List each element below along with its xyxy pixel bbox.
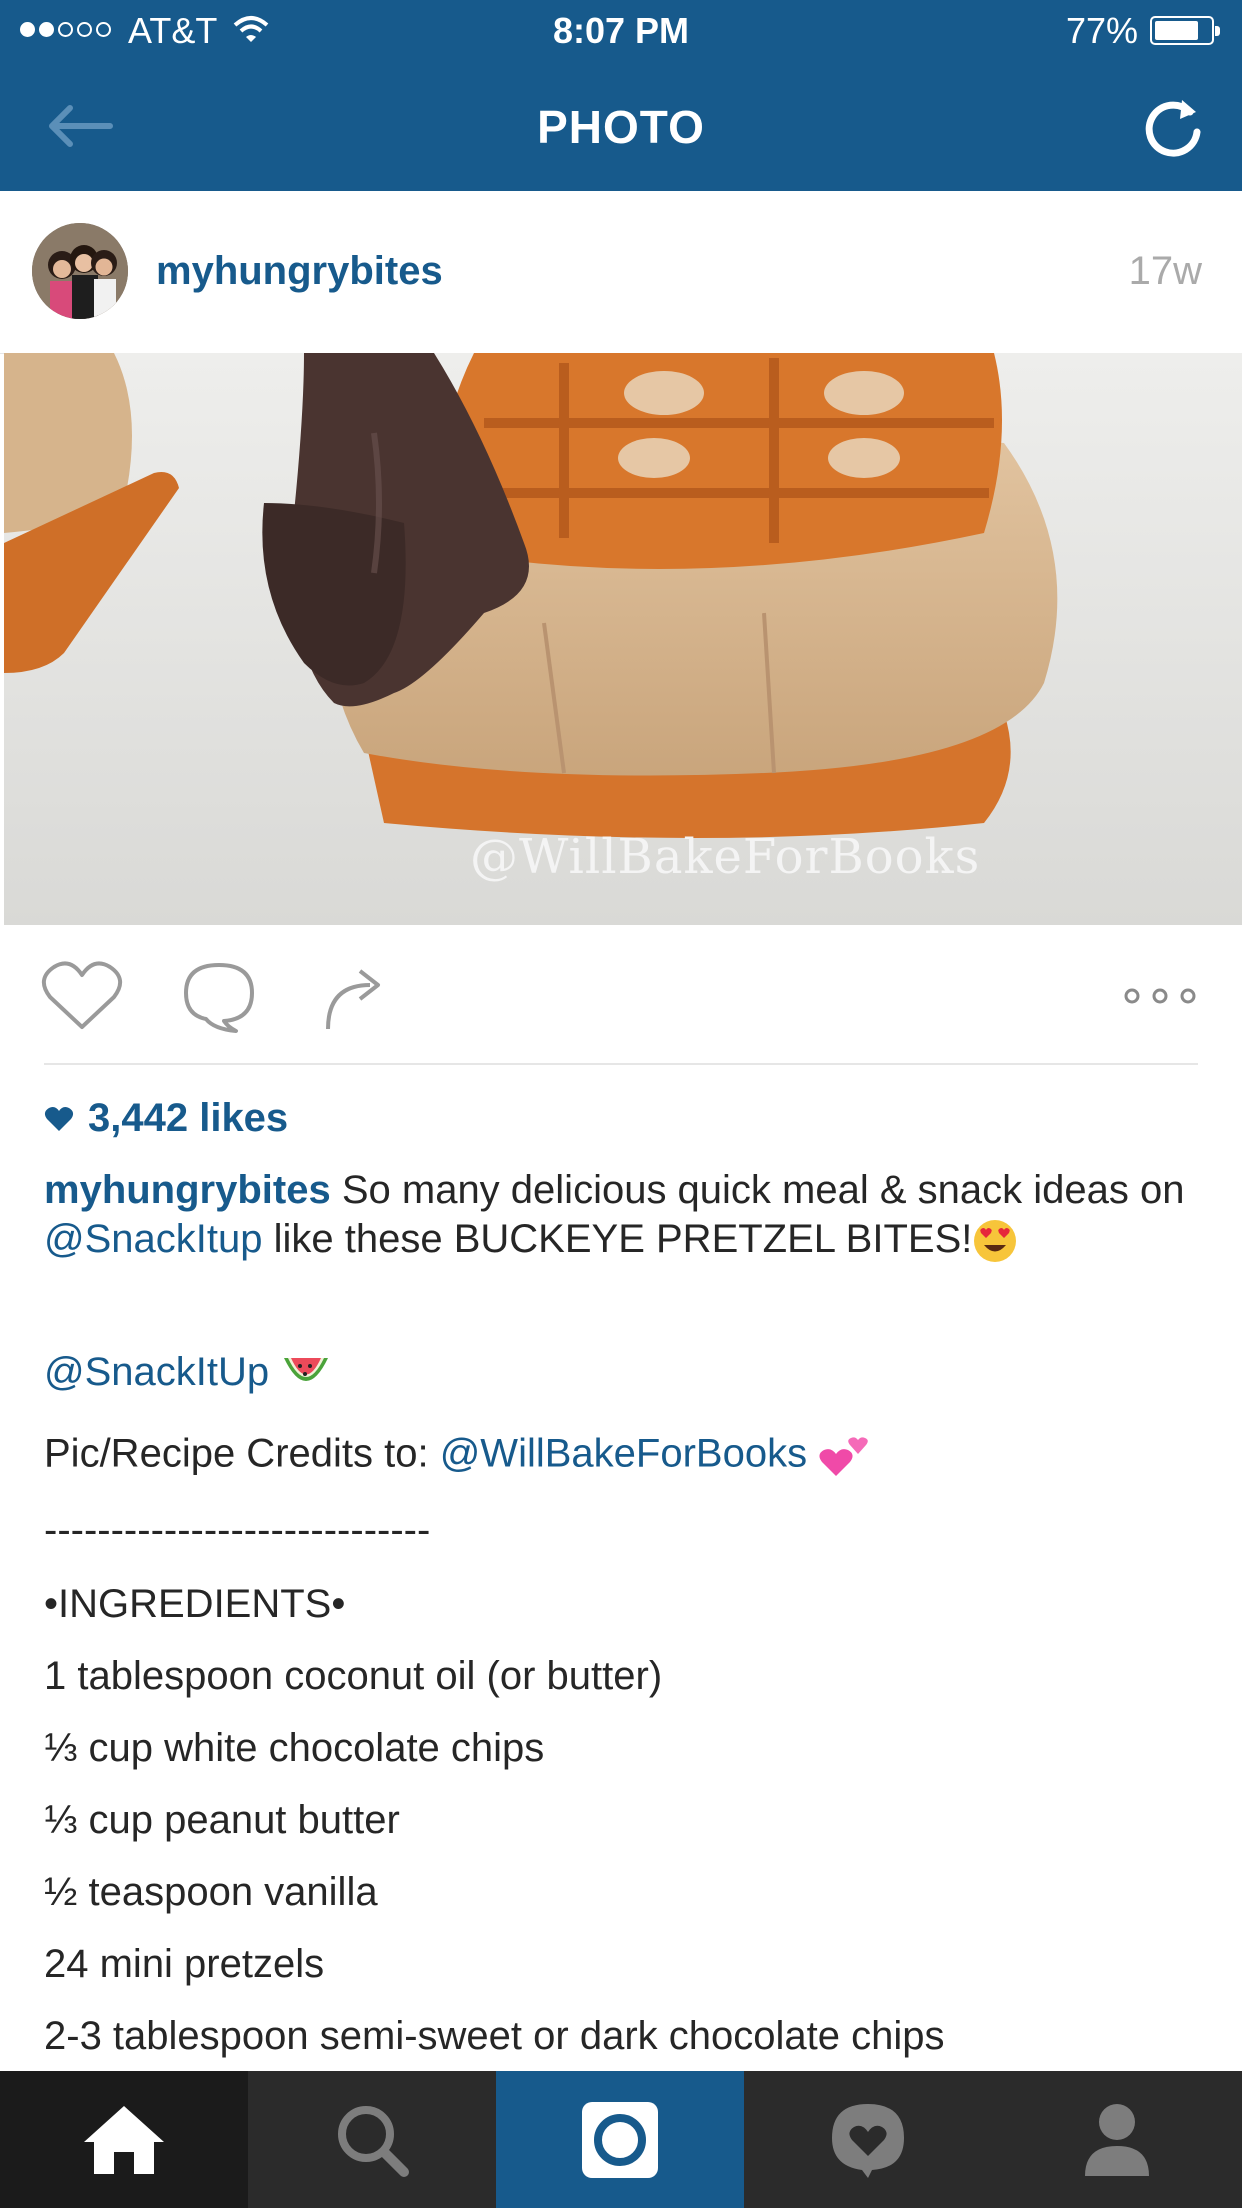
mention-line: @SnackItUp — [44, 1350, 332, 1396]
camera-icon — [582, 2101, 658, 2178]
home-icon — [84, 2105, 164, 2174]
profile-icon — [1085, 2103, 1149, 2176]
share-arrow-icon[interactable] — [322, 959, 390, 1033]
tab-activity[interactable] — [744, 2071, 992, 2208]
post-username[interactable]: myhungrybites — [156, 249, 443, 294]
photo-watermark: @WillBakeForBooks — [470, 829, 980, 885]
mention-snackitup[interactable]: @SnackItUp — [44, 1350, 269, 1394]
tab-profile[interactable] — [992, 2071, 1242, 2208]
battery-percent: 77% — [1065, 10, 1138, 51]
credits-line: Pic/Recipe Credits to: @WillBakeForBooks — [44, 1430, 874, 1482]
tab-bar — [0, 2071, 1242, 2208]
page-title: PHOTO — [537, 101, 705, 153]
search-icon — [338, 2105, 409, 2177]
divider — [44, 1063, 1198, 1065]
credits-mention[interactable]: @WillBakeForBooks — [440, 1432, 807, 1476]
comment-bubble-icon[interactable] — [180, 959, 258, 1033]
avatar[interactable] — [32, 223, 128, 319]
credits-label: Pic/Recipe Credits to: — [44, 1431, 440, 1476]
status-time: 8:07 PM — [552, 10, 690, 51]
ingredient-item: 24 mini pretzels — [44, 1942, 325, 1986]
post-age: 17w — [1128, 249, 1202, 293]
ingredient-item: ⅓ cup white chocolate chips — [44, 1726, 545, 1770]
status-bar: AT&T 8:07 PM 77% — [0, 0, 1242, 62]
refresh-icon[interactable] — [1138, 92, 1208, 162]
caption-mention-snackitup[interactable]: @SnackItup — [44, 1217, 263, 1261]
likes-count[interactable]: 3,442 likes — [44, 1096, 288, 1141]
caption-text-2: like these BUCKEYE PRETZEL BITES! — [262, 1217, 973, 1261]
post-photo[interactable]: @WillBakeForBooks — [4, 353, 1242, 925]
ingredients-heading: •INGREDIENTS• — [44, 1582, 346, 1626]
ingredient-item: 2-3 tablespoon semi-sweet or dark chocol… — [44, 2014, 945, 2058]
battery-icon — [1150, 16, 1220, 45]
activity-heart-bubble-icon — [832, 2103, 904, 2178]
tab-search[interactable] — [248, 2071, 496, 2208]
like-heart-icon[interactable] — [40, 959, 124, 1033]
heart-filled-icon — [44, 1106, 74, 1131]
ingredient-item: ½ teaspoon vanilla — [44, 1870, 378, 1914]
separator-line: ----------------------------- — [44, 1508, 431, 1552]
two-hearts-emoji-icon — [819, 1437, 868, 1476]
heart-eyes-emoji-icon — [974, 1220, 1017, 1263]
likes-label: 3,442 likes — [88, 1096, 289, 1140]
caption-text-1: So many delicious quick meal & snack ide… — [330, 1168, 1185, 1212]
watermelon-emoji-icon — [284, 1358, 329, 1382]
caption-username[interactable]: myhungrybites — [44, 1168, 331, 1212]
tab-home[interactable] — [0, 2071, 248, 2208]
more-options-icon[interactable] — [1122, 985, 1198, 1007]
post-header: myhungrybites 17w — [0, 191, 1242, 354]
caption-text: myhungrybites So many delicious quick me… — [44, 1166, 1204, 1264]
ingredient-item: 1 tablespoon coconut oil (or butter) — [44, 1654, 663, 1698]
tab-camera[interactable] — [496, 2071, 744, 2208]
ingredient-item: ⅓ cup peanut butter — [44, 1798, 400, 1842]
post-actions — [0, 925, 1242, 1065]
top-bar: AT&T 8:07 PM 77% PHOTO — [0, 0, 1242, 191]
